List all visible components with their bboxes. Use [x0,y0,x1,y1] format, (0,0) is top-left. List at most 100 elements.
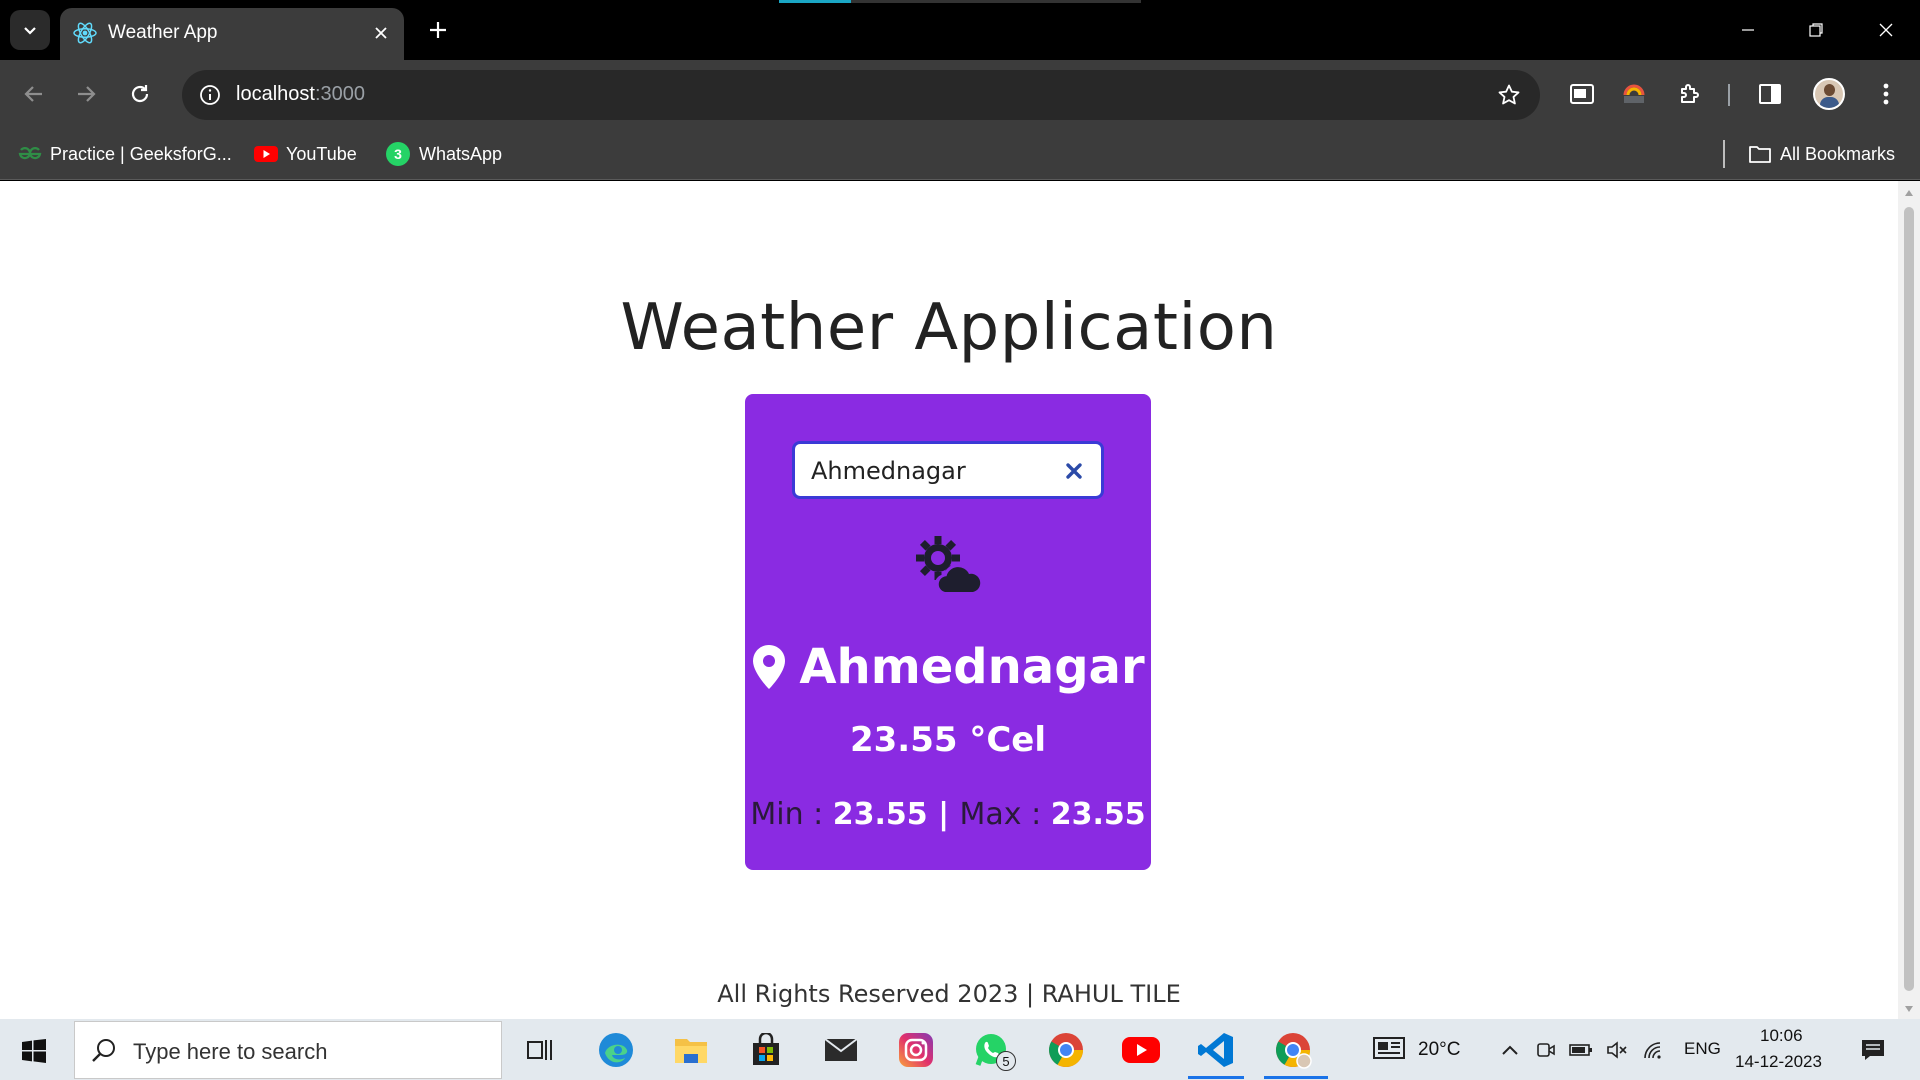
page-scrollbar[interactable] [1898,181,1920,1019]
weather-temp[interactable]: 20°C [1418,1039,1460,1061]
bookmark-label: Practice | GeeksforG... [50,143,232,164]
chevron-down-icon [24,27,36,35]
bookmark-youtube[interactable]: YouTube [254,140,357,168]
city-row: Ahmednagar [745,639,1151,695]
windows-icon [22,1039,46,1063]
back-button[interactable] [14,74,54,114]
clock-date[interactable]: 14-12-2023 [1735,1052,1822,1072]
arrow-left-icon [24,86,42,102]
taskbar-edge[interactable] [593,1027,639,1073]
scroll-down-arrow[interactable] [1903,1003,1915,1015]
tab-close-button[interactable] [366,18,396,48]
clear-search-button[interactable] [1059,456,1089,486]
restore-button[interactable] [1792,10,1840,50]
wifi-icon [1644,1042,1661,1059]
url-host: localhost [236,83,315,105]
scroll-thumb[interactable] [1904,207,1914,991]
taskbar-chrome[interactable] [1043,1027,1089,1073]
edge-icon [599,1033,633,1067]
scroll-up-arrow[interactable] [1903,187,1915,199]
new-tab-button[interactable] [420,12,456,48]
folder-icon [675,1039,707,1063]
extension-app-icon [1623,84,1645,103]
task-view-icon [527,1040,552,1060]
profile-avatar[interactable] [1813,78,1845,110]
triangle-down-icon [1905,1006,1913,1012]
side-panel-icon [1759,84,1781,104]
page-title: Weather Application [620,291,1278,365]
clock-time[interactable]: 10:06 [1760,1026,1803,1046]
task-view-button[interactable] [517,1027,563,1073]
bookmark-whatsapp[interactable]: 3 WhatsApp [385,140,502,168]
language-indicator[interactable]: ENG [1684,1039,1721,1059]
tab-search-button[interactable] [10,10,50,50]
weather-widget-icon[interactable] [1372,1035,1406,1061]
start-button[interactable] [14,1031,54,1071]
bookmarks-bar: Practice | GeeksforG... YouTube 3 WhatsA… [0,128,1920,180]
site-info-button[interactable] [190,75,230,115]
extension-color-button[interactable] [1614,74,1654,114]
max-label: Max : [959,797,1051,832]
taskbar-file-explorer[interactable] [668,1027,714,1073]
react-icon [73,22,97,44]
tab-title: Weather App [108,22,218,43]
bookmark-geeksforgeeks[interactable]: Practice | GeeksforG... [18,140,232,168]
menu-button[interactable] [1866,74,1906,114]
vscode-icon [1198,1033,1233,1067]
avatar-head [1824,84,1835,96]
restore-icon [1809,23,1823,37]
side-panel-button[interactable] [1750,74,1790,114]
notification-center-button[interactable] [1858,1035,1888,1065]
triangle-up-icon [1905,190,1913,196]
close-icon [1879,23,1893,37]
taskbar-search-placeholder: Type here to search [133,1039,328,1064]
taskbar-chrome-profile[interactable] [1270,1027,1316,1073]
taskbar-store[interactable] [743,1027,789,1073]
address-bar[interactable]: localhost:3000 [182,70,1540,120]
search-icon [92,1039,115,1062]
taskbar-instagram[interactable] [893,1027,939,1073]
min-max-row: Min : 23.55 | Max : 23.55 [745,797,1151,832]
reload-button[interactable] [120,74,160,114]
all-bookmarks-button[interactable]: All Bookmarks [1748,140,1895,168]
tray-network[interactable] [1640,1037,1666,1063]
reload-icon [131,85,149,103]
sun-cloud-icon [916,536,984,594]
plus-icon [430,22,446,38]
close-window-button[interactable] [1862,10,1910,50]
star-icon [1498,84,1520,105]
bookmarks-separator [1723,140,1725,168]
taskbar-vscode[interactable] [1193,1027,1239,1073]
mail-icon [824,1038,858,1061]
max-value: 23.55 [1050,797,1146,832]
taskbar-youtube[interactable] [1118,1027,1164,1073]
arrow-right-icon [78,86,96,102]
taskbar-search-box[interactable]: Type here to search [74,1021,502,1079]
vscode-active-indicator [1188,1076,1244,1079]
close-icon [1066,463,1082,479]
all-bookmarks-label: All Bookmarks [1780,143,1896,164]
chrome-icon [1276,1033,1312,1069]
bookmark-label: WhatsApp [419,143,503,164]
tray-meet-now[interactable] [1533,1037,1559,1063]
taskbar-mail[interactable] [818,1027,864,1073]
picture-in-picture-button[interactable] [1562,74,1602,114]
tab-weather-app[interactable]: Weather App [60,8,404,60]
taskbar-whatsapp[interactable]: 5 [968,1027,1016,1073]
forward-button[interactable] [66,74,106,114]
minimize-button[interactable] [1724,10,1772,50]
tray-battery[interactable] [1568,1037,1594,1063]
weather-card: Ahmednagar 23.55 °Cel Min : 23.55 | Max … [745,394,1151,870]
min-label: Min : [750,797,833,832]
city-name: Ahmednagar [799,639,1145,695]
browser-toolbar: localhost:3000 [0,60,1920,128]
whatsapp-icon: 3 [386,142,410,166]
city-search-input[interactable] [811,456,1051,486]
volume-mute-icon [1607,1041,1627,1059]
tray-overflow-button[interactable] [1497,1037,1523,1063]
windows-taskbar: Type here to search 5 20°C ENG 10:06 14-… [0,1019,1920,1080]
tray-volume[interactable] [1604,1037,1630,1063]
extensions-button[interactable] [1670,74,1710,114]
media-icon [1570,84,1594,104]
bookmark-star-button[interactable] [1492,78,1526,112]
